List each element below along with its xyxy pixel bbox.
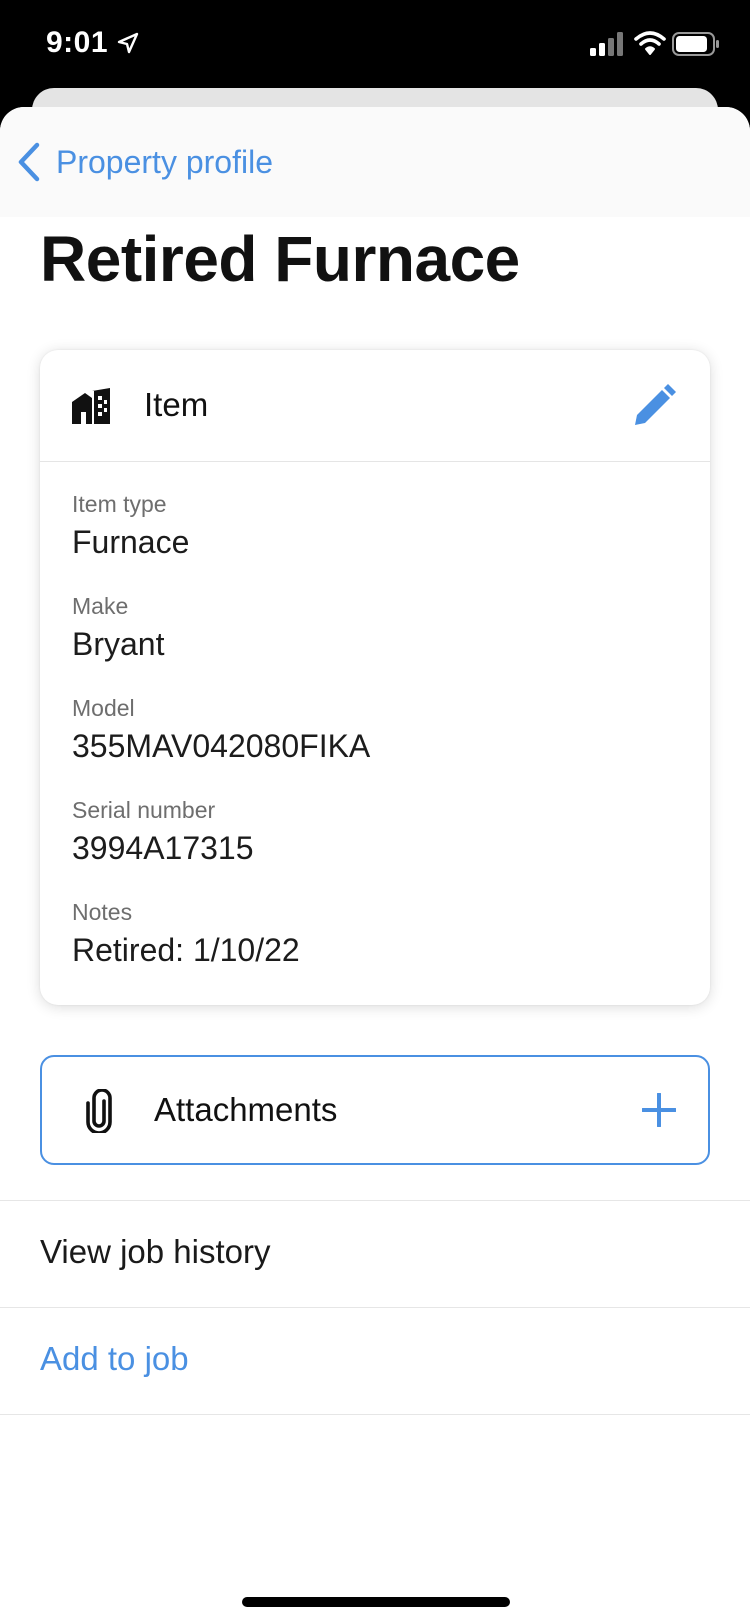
item-card: Item Item type Furnace Make Bryant Model (40, 350, 710, 1005)
item-fields: Item type Furnace Make Bryant Model 355M… (72, 490, 672, 1000)
field-label: Notes (72, 899, 133, 925)
divider (0, 1200, 750, 1201)
plus-icon[interactable] (642, 1093, 676, 1127)
wifi-icon (634, 31, 666, 55)
field-serial-number: Serial number 3994A17315 (72, 796, 672, 898)
field-item-type: Item type Furnace (72, 490, 672, 592)
paperclip-icon (86, 1089, 112, 1133)
field-label: Model (72, 695, 135, 721)
status-time: 9:01 (46, 26, 109, 59)
field-label: Item type (72, 491, 167, 517)
pencil-icon[interactable] (630, 382, 678, 430)
cellular-signal-icon (590, 32, 623, 56)
attachments-button[interactable]: Attachments (40, 1055, 710, 1165)
battery-icon (672, 32, 719, 56)
field-value: 355MAV042080FIKA (72, 728, 371, 764)
field-make: Make Bryant (72, 592, 672, 694)
location-arrow-icon (117, 32, 139, 54)
page-title: Retired Furnace (40, 223, 520, 295)
field-value: 3994A17315 (72, 830, 254, 866)
add-to-job-button[interactable]: Add to job (40, 1340, 189, 1378)
screen: 9:01 Property profile Retired Furnace It… (0, 0, 750, 1624)
divider (0, 1307, 750, 1308)
home-indicator (242, 1597, 510, 1607)
status-bar: 9:01 (0, 0, 750, 90)
field-label: Make (72, 593, 129, 619)
back-button[interactable]: Property profile (16, 137, 273, 187)
navigation-bar: Property profile (0, 107, 750, 217)
back-button-label: Property profile (56, 143, 273, 180)
chevron-left-icon (18, 142, 40, 182)
modal-sheet: Property profile Retired Furnace Item It… (0, 107, 750, 1624)
field-label: Serial number (72, 797, 216, 823)
field-value: Retired: 1/10/22 (72, 932, 300, 968)
attachments-label: Attachments (154, 1091, 338, 1128)
item-card-header: Item (40, 350, 710, 462)
divider (0, 1414, 750, 1415)
field-notes: Notes Retired: 1/10/22 (72, 898, 672, 1000)
field-value: Bryant (72, 626, 165, 662)
view-job-history-button[interactable]: View job history (40, 1233, 271, 1271)
field-model: Model 355MAV042080FIKA (72, 694, 672, 796)
item-card-title: Item (144, 386, 209, 423)
house-icon (72, 388, 110, 424)
field-value: Furnace (72, 524, 190, 560)
